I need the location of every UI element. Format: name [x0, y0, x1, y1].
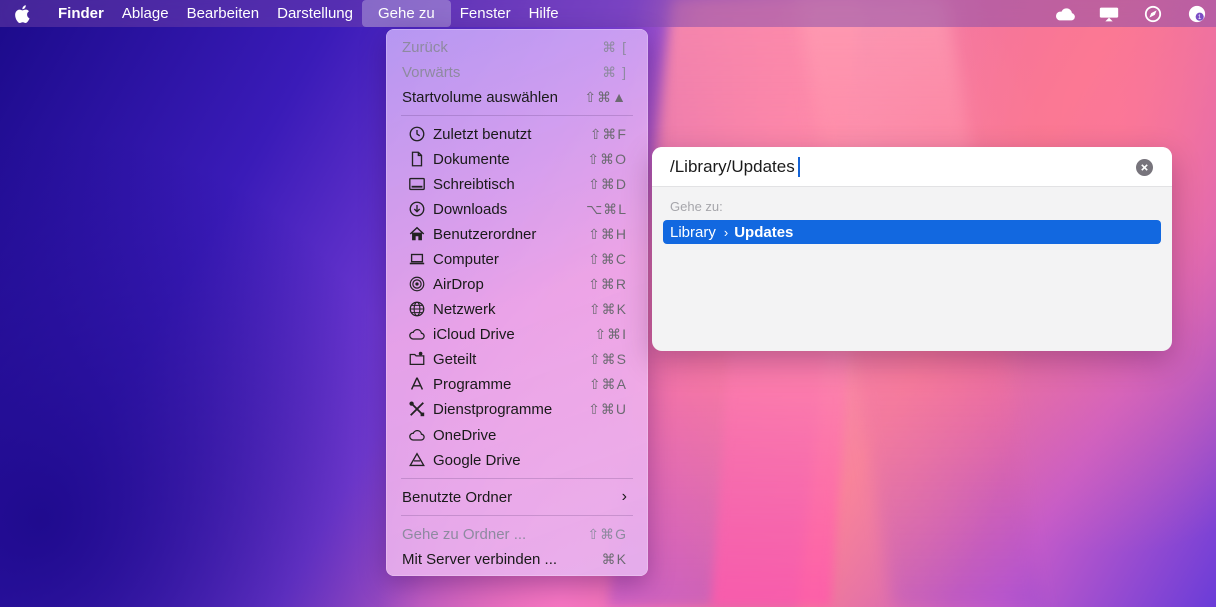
shared-folder-icon [407, 349, 427, 369]
menu-item-documents[interactable]: Dokumente ⇧⌘O [391, 147, 643, 171]
text-caret [798, 157, 800, 177]
menu-fenster[interactable]: Fenster [451, 0, 520, 27]
menu-item-onedrive[interactable]: OneDrive [391, 423, 643, 447]
suggestion-leaf: Updates [734, 223, 794, 241]
desktop-icon [407, 174, 427, 194]
menu-separator [401, 515, 633, 516]
menu-separator [401, 478, 633, 479]
menu-item-icloud-drive[interactable]: iCloud Drive ⇧⌘I [391, 322, 643, 346]
cloud-icon [407, 324, 427, 344]
goto-section-label: Gehe zu: [670, 199, 723, 214]
menu-item-desktop[interactable]: Schreibtisch ⇧⌘D [391, 172, 643, 196]
path-input-row [652, 147, 1172, 187]
clear-icon[interactable] [1136, 159, 1153, 176]
menu-item-applications[interactable]: Programme ⇧⌘A [391, 372, 643, 396]
menu-item-home[interactable]: Benutzerordner ⇧⌘H [391, 222, 643, 246]
chevron-right-icon: › [723, 224, 729, 240]
onedrive-cloud-icon[interactable] [1054, 4, 1076, 24]
menu-item-google-drive[interactable]: Google Drive [391, 448, 643, 472]
user-badge-icon[interactable]: 1 [1186, 4, 1208, 24]
menu-item-computer[interactable]: Computer ⇧⌘C [391, 247, 643, 271]
chevron-right-icon: › [621, 488, 627, 505]
menu-separator [401, 115, 633, 116]
cloud-icon [407, 425, 427, 445]
display-mirror-icon[interactable] [1098, 4, 1120, 24]
menu-ablage[interactable]: Ablage [113, 0, 178, 27]
menu-item-utilities[interactable]: Dienstprogramme ⇧⌘U [391, 397, 643, 421]
menu-item-forward[interactable]: Vorwärts ⌘ ] [391, 60, 643, 84]
menu-app-finder[interactable]: Finder [44, 0, 113, 27]
svg-text:1: 1 [1198, 13, 1202, 20]
tools-icon [407, 399, 427, 419]
laptop-icon [407, 249, 427, 269]
goto-folder-dialog: Gehe zu: Library › Updates [652, 147, 1172, 351]
menu-item-goto-folder[interactable]: Gehe zu Ordner ... ⇧⌘G [391, 522, 643, 546]
menu-item-connect-server[interactable]: Mit Server verbinden ... ⌘K [391, 547, 643, 571]
menu-item-network[interactable]: Netzwerk ⇧⌘K [391, 297, 643, 321]
globe-icon [407, 299, 427, 319]
menu-item-downloads[interactable]: Downloads ⌥⌘L [391, 197, 643, 221]
menu-hilfe[interactable]: Hilfe [520, 0, 568, 27]
menu-item-startup-volume[interactable]: Startvolume auswählen ⇧⌘▲ [391, 85, 643, 109]
compass-icon[interactable] [1142, 4, 1164, 24]
airdrop-icon [407, 274, 427, 294]
menu-item-back[interactable]: Zurück ⌘ [ [391, 35, 643, 59]
menu-darstellung[interactable]: Darstellung [268, 0, 362, 27]
menu-bar: Finder Ablage Bearbeiten Darstellung Geh… [0, 0, 1216, 27]
download-icon [407, 199, 427, 219]
path-suggestion[interactable]: Library › Updates [663, 220, 1161, 244]
google-drive-icon [407, 450, 427, 470]
path-input[interactable] [670, 156, 1120, 178]
apps-icon [407, 374, 427, 394]
menu-item-recent-folders[interactable]: Benutzte Ordner › [391, 485, 643, 509]
suggestion-parent: Library [670, 223, 716, 241]
wallpaper-streak [711, 350, 849, 607]
go-menu-dropdown: Zurück ⌘ [ Vorwärts ⌘ ] Startvolume ausw… [386, 29, 648, 576]
menu-bearbeiten[interactable]: Bearbeiten [178, 0, 269, 27]
document-icon [407, 149, 427, 169]
menu-item-shared[interactable]: Geteilt ⇧⌘S [391, 347, 643, 371]
menu-item-recents[interactable]: Zuletzt benutzt ⇧⌘F [391, 122, 643, 146]
clock-icon [407, 124, 427, 144]
menu-gehe-zu[interactable]: Gehe zu [362, 0, 451, 27]
home-icon [407, 224, 427, 244]
apple-menu-icon[interactable] [0, 4, 44, 23]
menu-item-airdrop[interactable]: AirDrop ⇧⌘R [391, 272, 643, 296]
